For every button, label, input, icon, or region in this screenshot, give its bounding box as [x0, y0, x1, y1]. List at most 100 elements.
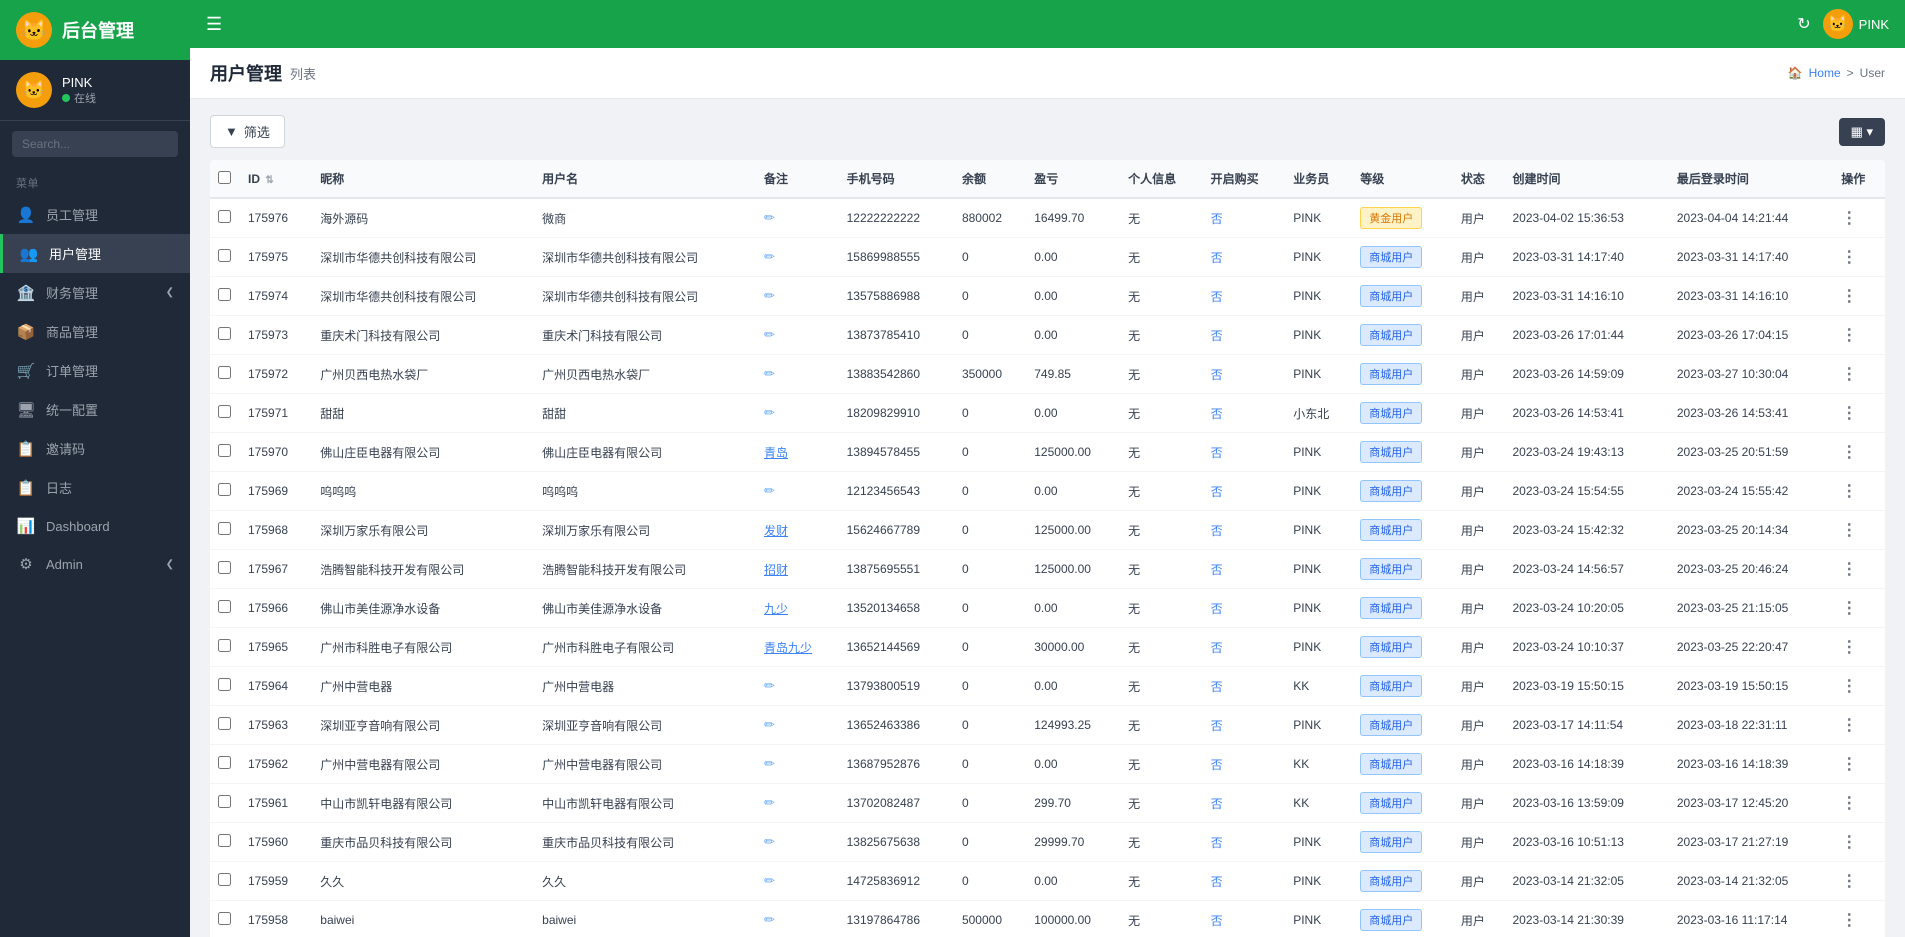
header-id[interactable]: ID ⇅ — [240, 160, 312, 198]
level-badge[interactable]: 商城用户 — [1360, 402, 1422, 424]
row-checkbox[interactable] — [218, 912, 231, 925]
purchase-status[interactable]: 否 — [1211, 446, 1223, 460]
edit-remark-icon[interactable]: ✏ — [764, 366, 775, 381]
purchase-status[interactable]: 否 — [1211, 563, 1223, 577]
purchase-status[interactable]: 否 — [1211, 836, 1223, 850]
edit-remark-icon[interactable]: ✏ — [764, 405, 775, 420]
row-checkbox[interactable] — [218, 795, 231, 808]
edit-remark-icon[interactable]: ✏ — [764, 327, 775, 342]
view-button[interactable]: ▦ ▾ — [1839, 118, 1885, 146]
level-badge[interactable]: 商城用户 — [1360, 519, 1422, 541]
edit-remark-icon[interactable]: ✏ — [764, 249, 775, 264]
edit-remark-icon[interactable]: ✏ — [764, 834, 775, 849]
level-badge[interactable]: 商城用户 — [1360, 597, 1422, 619]
row-checkbox[interactable] — [218, 678, 231, 691]
level-badge[interactable]: 商城用户 — [1360, 363, 1422, 385]
purchase-status[interactable]: 否 — [1211, 368, 1223, 382]
row-checkbox[interactable] — [218, 639, 231, 652]
row-checkbox[interactable] — [218, 366, 231, 379]
remark-link[interactable]: 招财 — [764, 563, 788, 577]
purchase-status[interactable]: 否 — [1211, 602, 1223, 616]
sidebar-item-order[interactable]: 🛒 订单管理 — [0, 351, 190, 390]
row-checkbox[interactable] — [218, 210, 231, 223]
purchase-status[interactable]: 否 — [1211, 641, 1223, 655]
remark-link[interactable]: 发财 — [764, 524, 788, 538]
level-badge[interactable]: 商城用户 — [1360, 558, 1422, 580]
select-all-checkbox[interactable] — [218, 171, 231, 184]
search-input[interactable] — [12, 131, 178, 157]
row-checkbox[interactable] — [218, 444, 231, 457]
action-menu-button[interactable]: ⋮ — [1841, 522, 1857, 539]
breadcrumb-home[interactable]: Home — [1809, 66, 1841, 80]
action-menu-button[interactable]: ⋮ — [1841, 639, 1857, 656]
topbar-user[interactable]: 🐱 PINK — [1823, 9, 1889, 39]
action-menu-button[interactable]: ⋮ — [1841, 288, 1857, 305]
action-menu-button[interactable]: ⋮ — [1841, 717, 1857, 734]
edit-remark-icon[interactable]: ✏ — [764, 717, 775, 732]
purchase-status[interactable]: 否 — [1211, 251, 1223, 265]
level-badge[interactable]: 商城用户 — [1360, 792, 1422, 814]
purchase-status[interactable]: 否 — [1211, 212, 1223, 226]
level-badge[interactable]: 商城用户 — [1360, 753, 1422, 775]
purchase-status[interactable]: 否 — [1211, 797, 1223, 811]
edit-remark-icon[interactable]: ✏ — [764, 288, 775, 303]
action-menu-button[interactable]: ⋮ — [1841, 795, 1857, 812]
remark-link[interactable]: 青岛 — [764, 446, 788, 460]
edit-remark-icon[interactable]: ✏ — [764, 756, 775, 771]
sidebar-item-admin[interactable]: ⚙ Admin ❮ — [0, 545, 190, 583]
level-badge[interactable]: 商城用户 — [1360, 909, 1422, 931]
purchase-status[interactable]: 否 — [1211, 485, 1223, 499]
purchase-status[interactable]: 否 — [1211, 875, 1223, 889]
level-badge[interactable]: 黄金用户 — [1360, 207, 1422, 229]
sidebar-item-user[interactable]: 👥 用户管理 — [0, 234, 190, 273]
purchase-status[interactable]: 否 — [1211, 758, 1223, 772]
purchase-status[interactable]: 否 — [1211, 719, 1223, 733]
row-checkbox[interactable] — [218, 717, 231, 730]
level-badge[interactable]: 商城用户 — [1360, 870, 1422, 892]
level-badge[interactable]: 商城用户 — [1360, 324, 1422, 346]
remark-link[interactable]: 九少 — [764, 602, 788, 616]
action-menu-button[interactable]: ⋮ — [1841, 678, 1857, 695]
level-badge[interactable]: 商城用户 — [1360, 480, 1422, 502]
row-checkbox[interactable] — [218, 327, 231, 340]
action-menu-button[interactable]: ⋮ — [1841, 249, 1857, 266]
sidebar-item-finance[interactable]: 🏦 财务管理 ❮ — [0, 273, 190, 312]
level-badge[interactable]: 商城用户 — [1360, 675, 1422, 697]
purchase-status[interactable]: 否 — [1211, 914, 1223, 928]
level-badge[interactable]: 商城用户 — [1360, 285, 1422, 307]
sidebar-item-dashboard[interactable]: 📊 Dashboard — [0, 507, 190, 545]
action-menu-button[interactable]: ⋮ — [1841, 873, 1857, 890]
remark-link[interactable]: 青岛九少 — [764, 641, 812, 655]
row-checkbox[interactable] — [218, 834, 231, 847]
edit-remark-icon[interactable]: ✏ — [764, 873, 775, 888]
purchase-status[interactable]: 否 — [1211, 524, 1223, 538]
action-menu-button[interactable]: ⋮ — [1841, 444, 1857, 461]
row-checkbox[interactable] — [218, 756, 231, 769]
sidebar-item-config[interactable]: 🖥 统一配置 — [0, 390, 190, 429]
action-menu-button[interactable]: ⋮ — [1841, 834, 1857, 851]
action-menu-button[interactable]: ⋮ — [1841, 912, 1857, 929]
sidebar-item-product[interactable]: 📦 商品管理 — [0, 312, 190, 351]
action-menu-button[interactable]: ⋮ — [1841, 600, 1857, 617]
action-menu-button[interactable]: ⋮ — [1841, 366, 1857, 383]
filter-button[interactable]: ▼ 筛选 — [210, 115, 285, 148]
edit-remark-icon[interactable]: ✏ — [764, 912, 775, 927]
edit-remark-icon[interactable]: ✏ — [764, 678, 775, 693]
row-checkbox[interactable] — [218, 405, 231, 418]
edit-remark-icon[interactable]: ✏ — [764, 795, 775, 810]
purchase-status[interactable]: 否 — [1211, 329, 1223, 343]
refresh-icon[interactable]: ↻ — [1797, 14, 1810, 34]
level-badge[interactable]: 商城用户 — [1360, 246, 1422, 268]
row-checkbox[interactable] — [218, 873, 231, 886]
row-checkbox[interactable] — [218, 483, 231, 496]
sidebar-item-staff[interactable]: 👤 员工管理 — [0, 195, 190, 234]
action-menu-button[interactable]: ⋮ — [1841, 405, 1857, 422]
sidebar-item-log[interactable]: 📋 日志 — [0, 468, 190, 507]
action-menu-button[interactable]: ⋮ — [1841, 327, 1857, 344]
sidebar-item-invite[interactable]: 📋 邀请码 — [0, 429, 190, 468]
level-badge[interactable]: 商城用户 — [1360, 831, 1422, 853]
row-checkbox[interactable] — [218, 600, 231, 613]
edit-remark-icon[interactable]: ✏ — [764, 210, 775, 225]
menu-icon[interactable]: ☰ — [206, 14, 222, 35]
level-badge[interactable]: 商城用户 — [1360, 441, 1422, 463]
